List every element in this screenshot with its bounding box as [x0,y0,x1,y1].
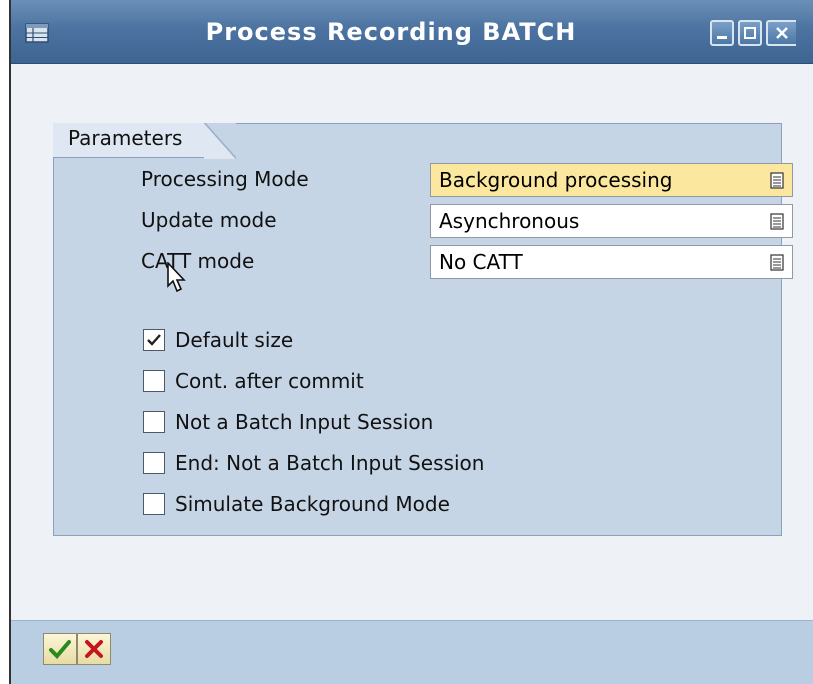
close-icon [776,27,788,39]
cont-after-commit-option[interactable]: Cont. after commit [143,368,364,394]
default-size-label: Default size [175,328,294,352]
dropdown-list-icon [770,254,784,271]
catt-mode-label: CATT mode [141,249,255,273]
simulate-background-label: Simulate Background Mode [175,492,450,516]
cancel-button[interactable] [77,633,111,665]
cancel-x-icon [85,640,103,658]
dropdown-list-icon [770,172,784,189]
title-bar[interactable]: Process Recording BATCH [11,0,813,64]
not-batch-input-checkbox[interactable] [143,411,165,433]
mouse-pointer-icon [167,262,186,293]
confirm-button[interactable] [43,633,77,665]
minimize-button[interactable] [710,20,734,46]
not-batch-input-label: Not a Batch Input Session [175,410,434,434]
default-size-checkbox[interactable] [143,329,165,351]
window-title: Process Recording BATCH [205,18,577,46]
maximize-button[interactable] [738,20,762,46]
cont-after-commit-label: Cont. after commit [175,369,364,393]
close-button[interactable] [766,20,796,46]
simulate-background-checkbox[interactable] [143,493,165,515]
button-bar [11,620,813,684]
update-mode-label: Update mode [141,208,277,232]
update-mode-select[interactable]: Asynchronous [430,204,793,238]
end-not-batch-input-option[interactable]: End: Not a Batch Input Session [143,450,484,476]
catt-mode-value: No CATT [439,250,523,274]
group-title: Parameters [68,126,183,150]
end-not-batch-input-label: End: Not a Batch Input Session [175,451,485,475]
processing-mode-value: Background processing [439,168,673,192]
default-size-option[interactable]: Default size [143,327,293,353]
catt-mode-select[interactable]: No CATT [430,245,793,279]
dialog-window: Process Recording BATCH Parameters Proce… [9,0,813,684]
dropdown-list-icon [770,213,784,230]
cont-after-commit-checkbox[interactable] [143,370,165,392]
update-mode-value: Asynchronous [439,209,580,233]
end-not-batch-input-checkbox[interactable] [143,452,165,474]
simulate-background-option[interactable]: Simulate Background Mode [143,491,450,517]
processing-mode-select[interactable]: Background processing [430,163,793,197]
processing-mode-label: Processing Mode [141,167,309,191]
parameters-group: Parameters Processing Mode Background pr… [53,123,793,536]
group-tab-corner [204,123,236,159]
checkmark-icon [49,640,71,659]
not-batch-input-option[interactable]: Not a Batch Input Session [143,409,433,435]
minimize-icon [717,36,727,39]
checkmark-icon [147,334,161,346]
maximize-icon [744,27,756,39]
dialog-content: Parameters Processing Mode Background pr… [11,64,813,620]
